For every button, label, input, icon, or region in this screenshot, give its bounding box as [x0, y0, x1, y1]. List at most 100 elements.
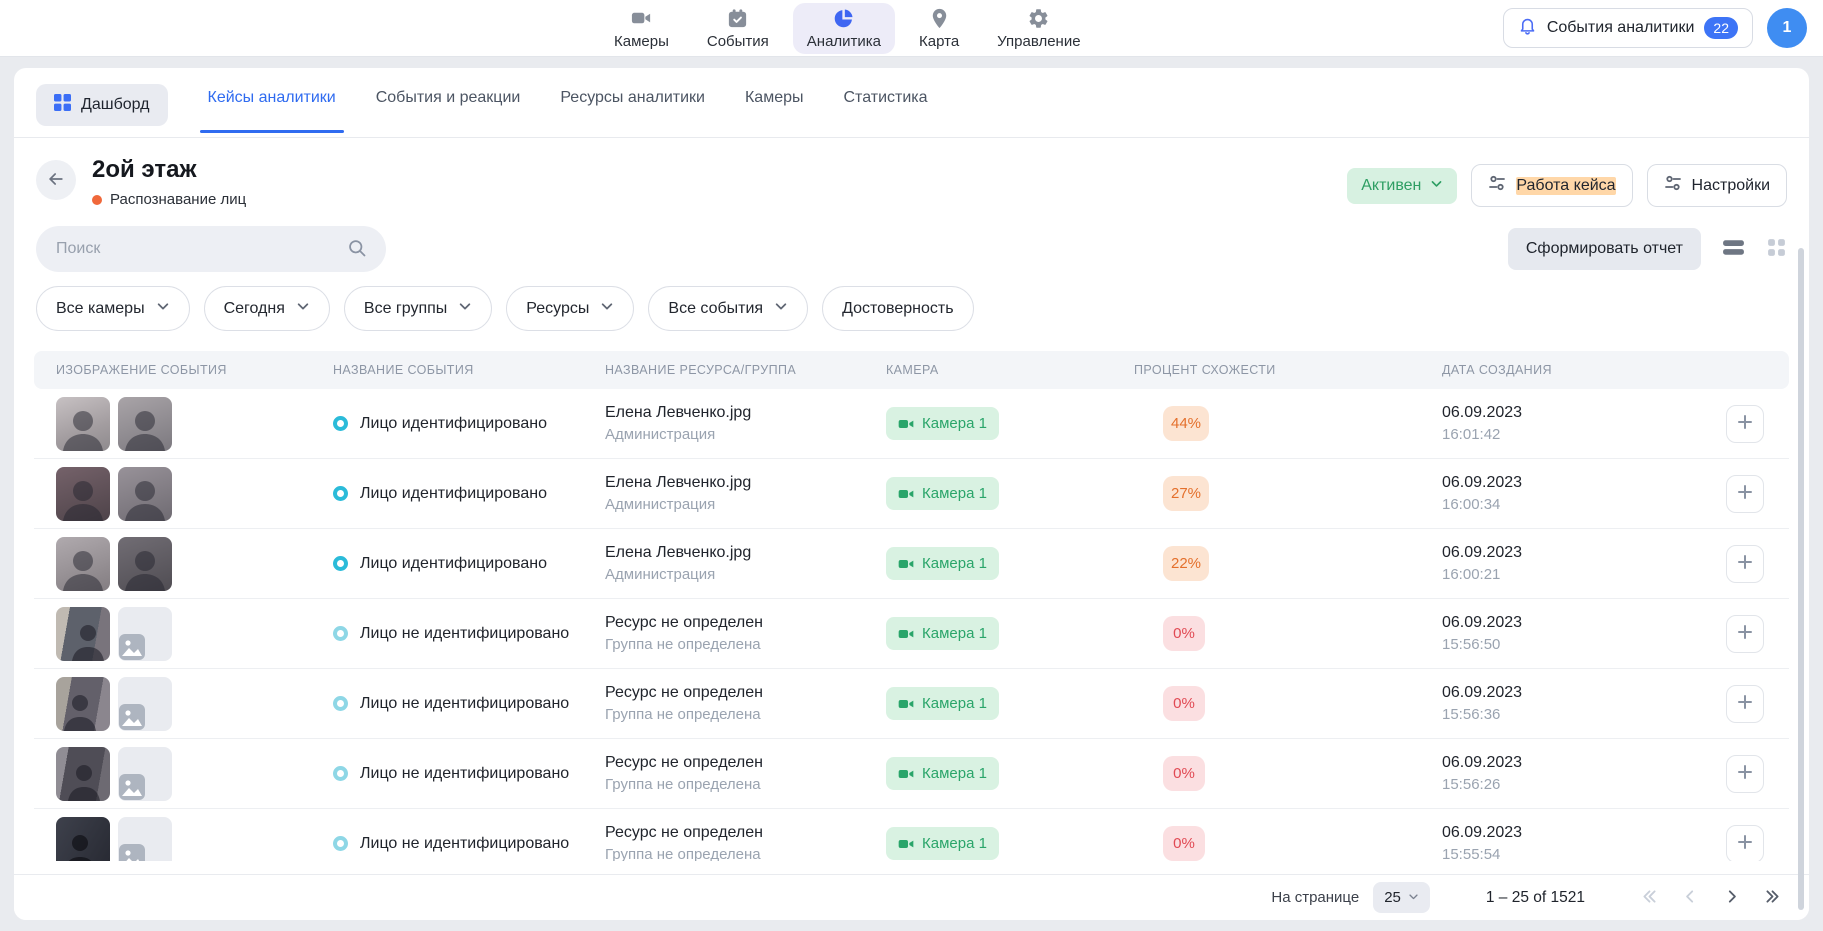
event-time: 15:56:50	[1442, 636, 1700, 653]
pagination-range: 1 – 25 of 1521	[1486, 889, 1585, 907]
event-status-icon	[333, 696, 348, 711]
nav-label: Аналитика	[807, 33, 881, 50]
back-button[interactable]	[36, 160, 76, 200]
analytics-events-button[interactable]: События аналитики 22	[1503, 8, 1753, 48]
add-button[interactable]	[1726, 825, 1764, 862]
pagination-last-button[interactable]	[1764, 888, 1781, 908]
search-input[interactable]	[36, 226, 386, 272]
double-chevron-left-icon	[1641, 888, 1658, 908]
event-name: Лицо не идентифицировано	[360, 625, 569, 643]
tab-events-reactions[interactable]: События и реакции	[376, 89, 521, 133]
chevron-down-icon	[1408, 889, 1419, 906]
add-button[interactable]	[1726, 405, 1764, 443]
filter-resources[interactable]: Ресурсы	[506, 286, 634, 331]
event-photo[interactable]	[56, 677, 110, 731]
camera-badge[interactable]: Камера 1	[886, 477, 999, 510]
event-name: Лицо идентифицировано	[360, 415, 547, 433]
table-row[interactable]: Лицо идентифицировано Елена Левченко.jpg…	[34, 459, 1789, 529]
arrow-left-icon	[46, 169, 66, 192]
add-button[interactable]	[1726, 545, 1764, 583]
tabs-row: Дашборд Кейсы аналитики События и реакци…	[14, 68, 1809, 138]
image-placeholder-icon	[118, 817, 172, 862]
camera-badge[interactable]: Камера 1	[886, 757, 999, 790]
tab-analytics-cases[interactable]: Кейсы аналитики	[208, 89, 336, 133]
dashboard-grid-icon	[54, 94, 71, 116]
tab-statistics[interactable]: Статистика	[843, 89, 927, 133]
events-table: ИЗОБРАЖЕНИЕ СОБЫТИЯ НАЗВАНИЕ СОБЫТИЯ НАЗ…	[34, 351, 1789, 861]
camera-badge[interactable]: Камера 1	[886, 687, 999, 720]
column-header: НАЗВАНИЕ СОБЫТИЯ	[333, 363, 605, 377]
plus-icon	[1737, 484, 1753, 503]
filter-all-groups[interactable]: Все группы	[344, 286, 492, 331]
camera-label: Камера 1	[922, 415, 987, 432]
tab-analytics-resources[interactable]: Ресурсы аналитики	[560, 89, 705, 133]
camera-label: Камера 1	[922, 485, 987, 502]
pagination-first-button[interactable]	[1641, 888, 1658, 908]
list-view-button[interactable]	[1721, 237, 1746, 261]
table-row[interactable]: Лицо не идентифицировано Ресурс не опред…	[34, 809, 1789, 861]
nav-item-management[interactable]: Управление	[983, 3, 1094, 54]
scrollbar[interactable]	[1798, 248, 1804, 910]
nav-item-cameras[interactable]: Камеры	[600, 3, 683, 54]
camera-badge[interactable]: Камера 1	[886, 617, 999, 650]
pagination-next-button[interactable]	[1723, 888, 1740, 908]
resource-name: Ресурс не определен	[605, 754, 886, 772]
list-view-icon	[1721, 237, 1746, 261]
add-button[interactable]	[1726, 685, 1764, 723]
search-box	[36, 226, 386, 272]
filter-date[interactable]: Сегодня	[204, 286, 330, 331]
case-status-dropdown[interactable]: Активен	[1347, 168, 1457, 204]
table-row[interactable]: Лицо идентифицировано Елена Левченко.jpg…	[34, 389, 1789, 459]
filter-label: Ресурсы	[526, 300, 589, 318]
event-photo[interactable]	[56, 817, 110, 862]
add-button[interactable]	[1726, 755, 1764, 793]
event-photo[interactable]	[56, 607, 110, 661]
tab-cameras[interactable]: Камеры	[745, 89, 804, 133]
event-photo[interactable]	[118, 397, 172, 451]
event-name: Лицо не идентифицировано	[360, 695, 569, 713]
event-photo[interactable]	[56, 747, 110, 801]
camera-icon	[630, 7, 653, 30]
table-row[interactable]: Лицо не идентифицировано Ресурс не опред…	[34, 669, 1789, 739]
resource-group: Группа не определена	[605, 706, 886, 723]
case-work-button[interactable]: Работа кейса	[1471, 164, 1632, 207]
tab-dashboard[interactable]: Дашборд	[36, 84, 168, 126]
nav-item-map[interactable]: Карта	[905, 3, 973, 54]
plus-icon	[1737, 414, 1753, 433]
pagination-prev-button[interactable]	[1682, 888, 1699, 908]
generate-report-button[interactable]: Сформировать отчет	[1508, 228, 1701, 270]
add-button[interactable]	[1726, 475, 1764, 513]
event-photo[interactable]	[56, 467, 110, 521]
per-page-select[interactable]: 25	[1373, 882, 1430, 913]
table-row[interactable]: Лицо не идентифицировано Ресурс не опред…	[34, 739, 1789, 809]
toolbar-row: Сформировать отчет	[14, 218, 1809, 282]
add-button[interactable]	[1726, 615, 1764, 653]
grid-view-button[interactable]	[1766, 237, 1787, 261]
table-row[interactable]: Лицо идентифицировано Елена Левченко.jpg…	[34, 529, 1789, 599]
filter-all-events[interactable]: Все события	[648, 286, 808, 331]
chevron-left-icon	[1682, 888, 1699, 908]
case-header: 2ой этаж Распознавание лиц Активен	[14, 138, 1809, 218]
user-avatar[interactable]: 1	[1767, 8, 1807, 48]
table-row[interactable]: Лицо не идентифицировано Ресурс не опред…	[34, 599, 1789, 669]
camera-badge[interactable]: Камера 1	[886, 547, 999, 580]
event-name: Лицо идентифицировано	[360, 485, 547, 503]
event-photo[interactable]	[56, 397, 110, 451]
case-type-dot-icon	[92, 195, 102, 205]
camera-badge[interactable]: Камера 1	[886, 407, 999, 440]
event-photo[interactable]	[118, 537, 172, 591]
camera-badge[interactable]: Камера 1	[886, 827, 999, 860]
case-settings-button[interactable]: Настройки	[1647, 164, 1787, 207]
nav-item-events[interactable]: События	[693, 3, 783, 54]
event-photo[interactable]	[56, 537, 110, 591]
event-time: 15:56:26	[1442, 776, 1700, 793]
resource-name: Елена Левченко.jpg	[605, 474, 886, 492]
events-icon	[726, 7, 749, 30]
filter-confidence[interactable]: Достоверность	[822, 286, 973, 331]
main-nav: Камеры События Аналитика Карта Управлени…	[600, 0, 1095, 57]
nav-item-analytics[interactable]: Аналитика	[793, 3, 895, 54]
filter-all-cameras[interactable]: Все камеры	[36, 286, 190, 331]
resource-group: Администрация	[605, 566, 886, 583]
per-page-label: На странице	[1271, 889, 1359, 906]
event-photo[interactable]	[118, 467, 172, 521]
